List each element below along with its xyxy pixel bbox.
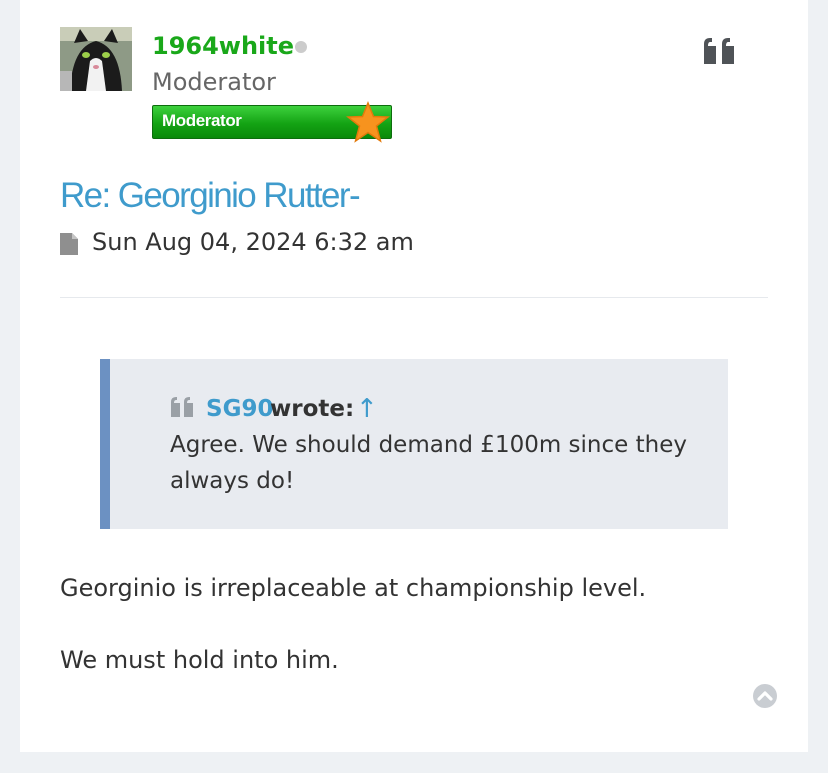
post-body-paragraph: Georginio is irreplaceable at championsh… [60,574,647,602]
quote-icon [704,38,734,64]
post-date: Sun Aug 04, 2024 6:32 am [92,228,414,256]
jump-to-quoted-post-icon[interactable]: ↑ [356,393,378,425]
offline-status-indicator [295,41,307,53]
rank-badge-label: Moderator [162,111,242,130]
post-title-link[interactable]: Re: Georginio Rutter- [60,174,361,218]
quote-text: Agree. We should demand £100m since they… [170,432,687,494]
file-icon[interactable] [60,233,78,255]
author-rank: Moderator [152,68,276,96]
post-body: Georginio is irreplaceable at championsh… [60,570,760,714]
back-to-top-button[interactable] [752,683,778,709]
quote-author-link[interactable]: SG90 [206,393,273,425]
quote-wrote-label: wrote: [270,396,355,422]
author-name[interactable]: 1964white [152,30,294,62]
quote-mark-icon [171,397,193,417]
blockquote: SG90 wrote: ↑ Agree. We should demand £1… [100,359,728,529]
star-icon [346,101,390,143]
divider [60,297,768,298]
rank-badge: Moderator [152,101,392,143]
post-body-paragraph: We must hold into him. [60,646,339,674]
chevron-up-circle-icon [753,684,777,708]
quote-button[interactable] [700,34,742,68]
author-avatar[interactable] [60,27,132,91]
